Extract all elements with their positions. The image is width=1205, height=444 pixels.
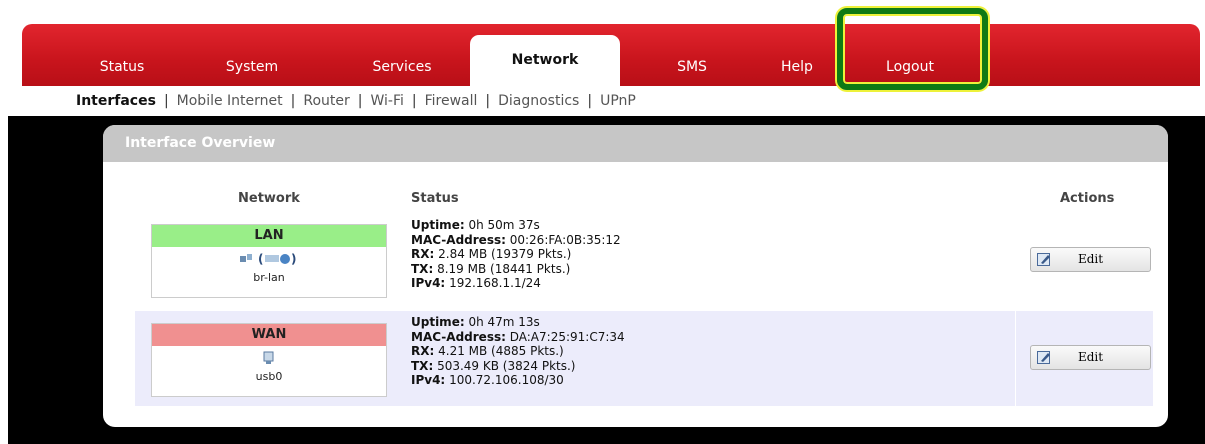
wan-interface-icons (152, 351, 386, 367)
lan-interface-icons: ( ) (152, 252, 386, 268)
column-header-network: Network (238, 191, 300, 206)
ipv4-value: 100.72.106.108/30 (449, 373, 564, 387)
ipv4-value: 192.168.1.1/24 (449, 276, 541, 290)
svg-text:): ) (291, 252, 296, 266)
tx-label: TX: (411, 261, 434, 276)
uptime-value: 0h 50m 37s (468, 218, 540, 232)
uptime-value: 0h 47m 13s (468, 315, 540, 329)
submenu-mobile-internet[interactable]: Mobile Internet (177, 93, 283, 109)
edit-lan-button[interactable]: Edit (1030, 247, 1151, 272)
tab-sms[interactable]: SMS (642, 48, 742, 86)
tab-system[interactable]: System (192, 48, 312, 86)
submenu-separator: | (411, 93, 417, 109)
submenu-wi-fi[interactable]: Wi-Fi (370, 93, 403, 109)
network-name-lan: LAN (152, 225, 386, 247)
submenu-separator: | (587, 93, 593, 109)
ipv4-label: IPv4: (411, 373, 446, 387)
submenu-separator: | (290, 93, 296, 109)
mac-value: 00:26:FA:0B:35:12 (509, 232, 621, 247)
rx-label: RX: (411, 344, 435, 358)
status-lan: Uptime: 0h 50m 37s MAC-Address: 00:26:FA… (411, 218, 621, 291)
network-name-wan: WAN (152, 324, 386, 346)
network-submenu: Interfaces | Mobile Internet | Router | Wi-Fi |… (76, 90, 636, 112)
usb-modem-icon (263, 351, 274, 364)
rx-value: 2.84 MB (19379 Pkts.) (438, 247, 572, 261)
tab-status[interactable]: Status (72, 48, 172, 86)
edit-label: Edit (1077, 350, 1104, 364)
panel-title: Interface Overview (103, 125, 1168, 162)
status-wan: Uptime: 0h 47m 13s MAC-Address: DA:A7:25… (411, 315, 625, 388)
mac-label: MAC-Address: (411, 329, 506, 344)
network-box-wan: WAN usb0 (151, 323, 387, 397)
uptime-label: Uptime: (411, 315, 465, 329)
main-nav-bar: Status System Services Network SMS Help … (22, 24, 1200, 86)
submenu-firewall[interactable]: Firewall (425, 93, 478, 109)
tab-help[interactable]: Help (752, 48, 842, 86)
edit-wan-button[interactable]: Edit (1030, 345, 1151, 370)
interface-overview-panel: Interface Overview Network Status Action… (103, 125, 1168, 427)
ipv4-label: IPv4: (411, 276, 446, 290)
ethernet-ports-icon: ( ) (240, 252, 296, 266)
tx-value: 8.19 MB (18441 Pkts.) (437, 261, 571, 276)
tab-logout[interactable]: Logout (860, 48, 960, 86)
interface-row-lan: LAN ( ) br-lan Uptime: 0h 50m 37s MAC-Ad… (135, 215, 1153, 306)
interface-name-wan: usb0 (255, 370, 283, 383)
tab-network[interactable]: Network (470, 35, 620, 86)
tx-value: 503.49 KB (3824 Pkts.) (437, 358, 576, 373)
submenu-separator: | (163, 93, 169, 109)
submenu-interfaces[interactable]: Interfaces (76, 93, 156, 109)
rx-label: RX: (411, 247, 435, 261)
svg-text:(: ( (258, 252, 263, 266)
uptime-label: Uptime: (411, 218, 465, 232)
submenu-diagnostics[interactable]: Diagnostics (498, 93, 579, 109)
mac-label: MAC-Address: (411, 232, 506, 247)
interface-name-lan: br-lan (253, 271, 285, 284)
submenu-upnp[interactable]: UPnP (600, 93, 636, 109)
rx-value: 4.21 MB (4885 Pkts.) (438, 344, 564, 358)
mac-value: DA:A7:25:91:C7:34 (509, 329, 625, 344)
column-header-status: Status (411, 191, 459, 206)
submenu-separator: | (485, 93, 491, 109)
column-header-actions: Actions (1060, 191, 1115, 206)
tx-label: TX: (411, 358, 434, 373)
submenu-separator: | (357, 93, 363, 109)
tab-services[interactable]: Services (342, 48, 462, 86)
edit-label: Edit (1077, 252, 1104, 266)
submenu-router[interactable]: Router (303, 93, 349, 109)
interface-row-wan: WAN usb0 Uptime: 0h 47m 13s MAC-Address:… (135, 311, 1153, 406)
network-box-lan: LAN ( ) br-lan (151, 224, 387, 298)
column-divider (1015, 311, 1016, 406)
